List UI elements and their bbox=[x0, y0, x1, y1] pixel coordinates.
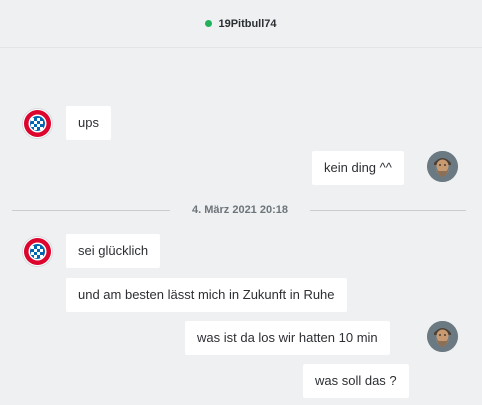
message-bubble: was ist da los wir hatten 10 min bbox=[185, 321, 390, 355]
chat-partner-name[interactable]: 19Pitbull74 bbox=[218, 18, 276, 30]
dwarf-avatar[interactable] bbox=[427, 151, 458, 182]
dwarf-portrait-icon bbox=[427, 321, 458, 352]
bayern-logo-avatar[interactable] bbox=[22, 108, 53, 139]
date-separator: 4. März 2021 20:18 bbox=[170, 203, 310, 217]
message-bubble: ups bbox=[66, 106, 111, 140]
bayern-logo-avatar[interactable] bbox=[22, 236, 53, 267]
message-bubble: sei glücklich bbox=[66, 234, 161, 268]
message-bubble: was soll das ? bbox=[303, 364, 409, 398]
message-list: ups kein ding ^^ 4. März 2021 20:18 sei … bbox=[0, 48, 482, 405]
chat-header: 19Pitbull74 bbox=[0, 0, 482, 48]
message-bubble: und am besten lässt mich in Zukunft in R… bbox=[66, 278, 347, 312]
online-status-icon bbox=[205, 20, 213, 27]
message-bubble: kein ding ^^ bbox=[312, 151, 404, 185]
bayern-logo-icon bbox=[24, 110, 51, 137]
dwarf-portrait-icon bbox=[427, 151, 458, 182]
dwarf-avatar[interactable] bbox=[427, 321, 458, 352]
bayern-logo-icon bbox=[24, 238, 51, 265]
